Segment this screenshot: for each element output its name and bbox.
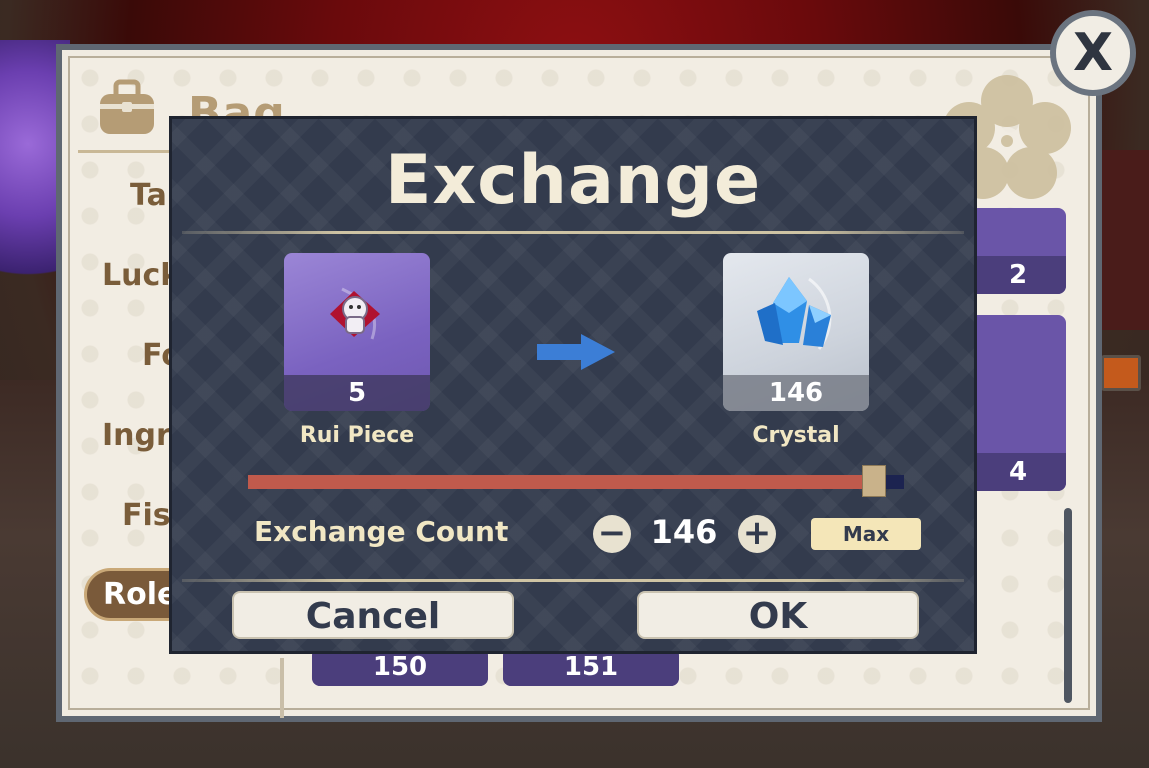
dialog-title: Exchange: [384, 141, 762, 220]
exchange-count-label: Exchange Count: [254, 515, 509, 548]
exchange-dialog: Exchange 5 Rui Piece 146 Crystal Exchang…: [169, 116, 977, 654]
decrease-button[interactable]: −: [593, 515, 631, 553]
item-tile-count: 4: [970, 453, 1066, 491]
cancel-button[interactable]: Cancel: [232, 591, 514, 639]
ok-button[interactable]: OK: [637, 591, 919, 639]
from-item-count: 5: [284, 375, 430, 411]
to-item-box: 146: [723, 253, 869, 411]
plus-icon: +: [742, 512, 772, 553]
minus-icon: −: [597, 512, 627, 553]
to-item-count: 146: [723, 375, 869, 411]
background-lantern: [1101, 355, 1141, 391]
buttons-divider: [182, 579, 964, 582]
from-item-box: 5: [284, 253, 430, 411]
bag-icon: [100, 79, 154, 134]
slider-fill: [248, 475, 884, 489]
exchange-slider[interactable]: [248, 465, 904, 497]
bag-scrollbar[interactable]: [1064, 508, 1072, 703]
rui-piece-icon: [330, 287, 380, 340]
title-divider: [182, 231, 964, 234]
item-tile-count: 2: [970, 256, 1066, 294]
increase-button[interactable]: +: [738, 515, 776, 553]
background-building: [1096, 150, 1149, 330]
item-tile[interactable]: 2: [970, 208, 1066, 294]
slider-handle[interactable]: [862, 465, 886, 497]
close-icon: X: [1072, 23, 1114, 83]
close-button[interactable]: X: [1050, 10, 1136, 96]
to-item-name: Crystal: [752, 423, 840, 448]
crystal-icon: [757, 277, 832, 350]
max-button[interactable]: Max: [811, 518, 921, 550]
item-tile[interactable]: 4: [970, 315, 1066, 491]
tab-separator: [280, 658, 284, 718]
arrow-right-icon: [537, 334, 615, 370]
exchange-count-value: 146: [650, 513, 718, 551]
from-item-name: Rui Piece: [299, 423, 415, 448]
